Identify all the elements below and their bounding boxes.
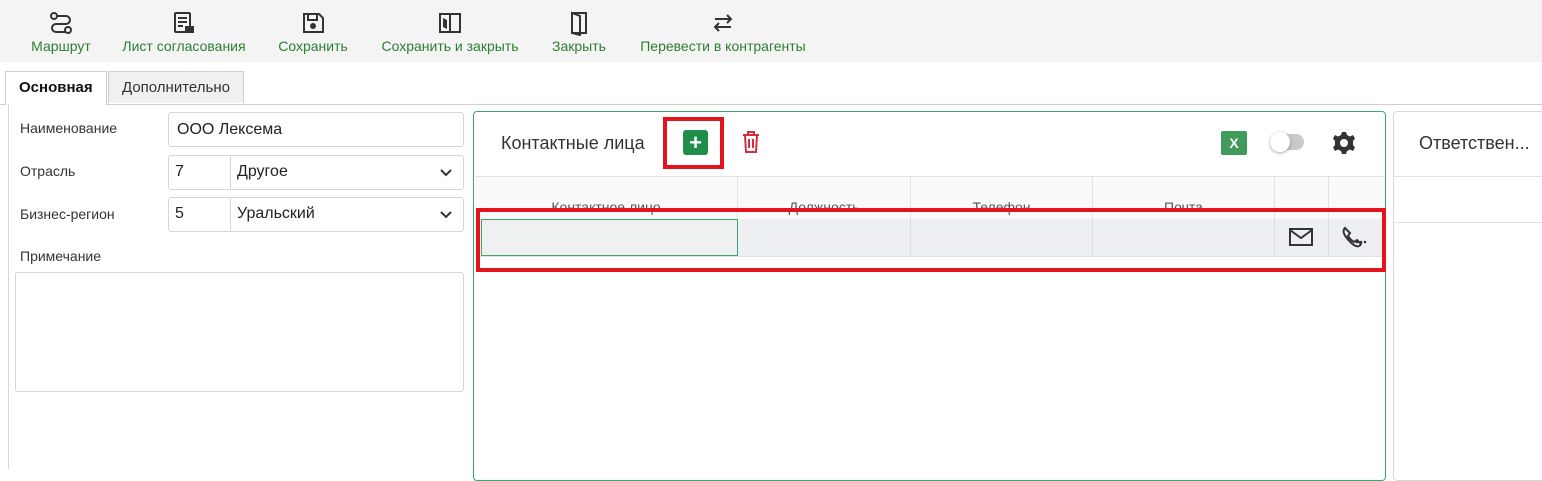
region-value: Уральский	[237, 205, 315, 222]
industry-value: Другое	[237, 163, 288, 180]
trash-icon[interactable]	[740, 130, 762, 154]
door-icon	[571, 11, 587, 36]
save-button[interactable]: Сохранить	[270, 6, 356, 58]
excel-export-button[interactable]: X	[1221, 131, 1247, 155]
name-label: Наименование	[20, 120, 118, 136]
close-label: Закрыть	[552, 38, 606, 54]
route-button[interactable]: Маршрут	[22, 6, 100, 58]
note-label: Примечание	[20, 248, 102, 264]
form-divider	[8, 104, 9, 469]
highlight-contact-row	[476, 208, 1386, 272]
chevron-down-icon[interactable]	[439, 166, 453, 180]
convert-label: Перевести в контрагенты	[640, 38, 806, 54]
responsible-grid-header	[1394, 176, 1542, 223]
save-and-close-label: Сохранить и закрыть	[381, 38, 519, 54]
note-textarea[interactable]	[15, 272, 464, 392]
responsible-panel: Ответствен...	[1393, 111, 1542, 481]
view-toggle[interactable]	[1270, 132, 1304, 152]
responsible-title: Ответствен...	[1419, 133, 1530, 153]
save-and-close-button[interactable]: Сохранить и закрыть	[372, 6, 528, 58]
industry-code: 7	[169, 156, 231, 189]
chevron-down-icon[interactable]	[439, 208, 453, 222]
excel-icon: X	[1229, 135, 1239, 151]
toolbar: Маршрут Лист согласования Сохранить Сохр…	[0, 0, 1542, 62]
save-and-close-icon	[439, 13, 461, 33]
tab-extra[interactable]: Дополнительно	[108, 71, 244, 103]
name-input[interactable]	[169, 113, 463, 146]
approval-sheet-label: Лист согласования	[122, 38, 246, 54]
region-code: 5	[169, 198, 231, 231]
tab-bar: Основная Дополнительно	[0, 70, 1542, 105]
contacts-title: Контактные лица	[501, 133, 645, 153]
region-select[interactable]: 5 Уральский	[168, 197, 464, 232]
name-field[interactable]	[168, 112, 464, 147]
route-icon	[50, 12, 72, 34]
industry-label: Отрасль	[20, 163, 76, 179]
approval-sheet-button[interactable]: Лист согласования	[114, 6, 254, 58]
close-button[interactable]: Закрыть	[544, 6, 614, 58]
region-label: Бизнес-регион	[20, 206, 115, 222]
approval-sheet-icon	[174, 12, 194, 33]
save-label: Сохранить	[278, 38, 348, 54]
contacts-panel: Контактные лица + X Контактное лицо Долж…	[473, 111, 1386, 481]
toggle-knob	[1270, 132, 1290, 152]
route-label: Маршрут	[31, 38, 91, 54]
tab-main[interactable]: Основная	[5, 71, 107, 105]
gear-icon[interactable]	[1331, 130, 1357, 156]
save-icon	[303, 13, 324, 33]
swap-icon	[713, 14, 733, 32]
convert-to-counterparties-button[interactable]: Перевести в контрагенты	[630, 6, 816, 58]
highlight-add-button	[663, 117, 724, 169]
industry-select[interactable]: 7 Другое	[168, 155, 464, 190]
